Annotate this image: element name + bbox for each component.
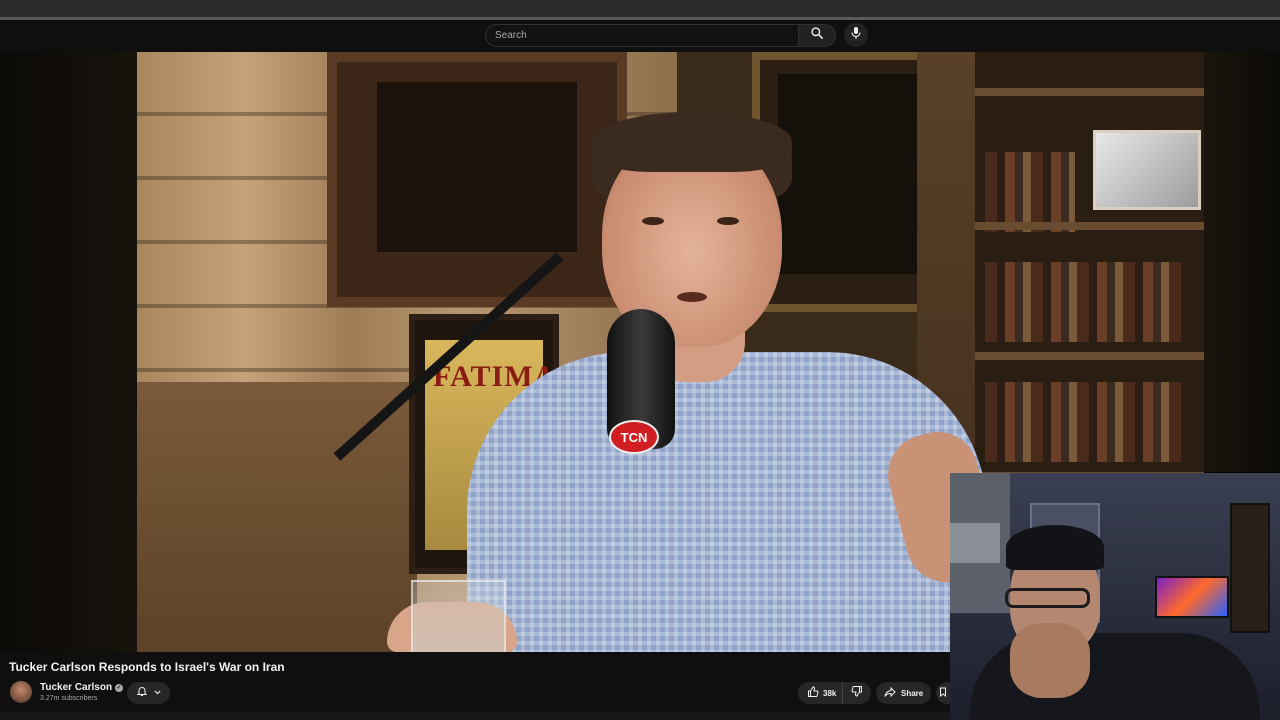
background-tv bbox=[1155, 576, 1229, 618]
video-info: Tucker Carlson Responds to Israel's War … bbox=[0, 652, 950, 720]
bell-icon bbox=[136, 684, 148, 702]
video-title: Tucker Carlson Responds to Israel's War … bbox=[9, 660, 285, 674]
save-icon bbox=[939, 684, 947, 702]
search-button[interactable] bbox=[798, 24, 836, 47]
channel-name[interactable]: Tucker Carlson bbox=[40, 682, 112, 693]
channel-avatar[interactable] bbox=[10, 681, 32, 703]
video-ambient-right bbox=[1204, 52, 1280, 472]
share-button[interactable]: Share bbox=[876, 682, 931, 704]
save-button[interactable] bbox=[936, 682, 950, 704]
browser-chrome bbox=[0, 0, 1280, 20]
thumbs-down-icon bbox=[851, 684, 863, 702]
chevron-down-icon bbox=[153, 684, 162, 702]
thumbs-up-icon bbox=[807, 686, 819, 700]
search-box[interactable] bbox=[485, 24, 798, 47]
channel-name-row[interactable]: Tucker Carlson ✓ bbox=[40, 682, 124, 693]
mic-logo: TCN bbox=[609, 420, 659, 454]
like-dislike-group: 38k bbox=[798, 682, 871, 704]
subscriber-count: 3.27m subscribers bbox=[40, 695, 98, 702]
verified-icon: ✓ bbox=[115, 683, 124, 692]
water-glass bbox=[411, 580, 506, 652]
notification-button[interactable] bbox=[127, 682, 170, 704]
like-button[interactable]: 38k bbox=[798, 682, 844, 704]
voice-search-button[interactable] bbox=[844, 23, 868, 47]
page-bottom-strip bbox=[0, 712, 950, 720]
share-icon bbox=[884, 686, 896, 700]
like-count: 38k bbox=[823, 688, 837, 698]
share-label: Share bbox=[901, 688, 924, 698]
video-ambient-left bbox=[0, 52, 137, 652]
search-input[interactable] bbox=[486, 25, 798, 46]
mic-icon bbox=[850, 26, 862, 45]
youtube-watch-page: FATIMA TCN bbox=[0, 0, 1280, 720]
webcam-overlay bbox=[950, 473, 1280, 720]
masthead bbox=[0, 20, 1280, 52]
framed-photo bbox=[1093, 130, 1201, 210]
search-icon bbox=[810, 26, 824, 45]
dislike-button[interactable] bbox=[843, 682, 871, 704]
host-figure bbox=[437, 112, 997, 652]
